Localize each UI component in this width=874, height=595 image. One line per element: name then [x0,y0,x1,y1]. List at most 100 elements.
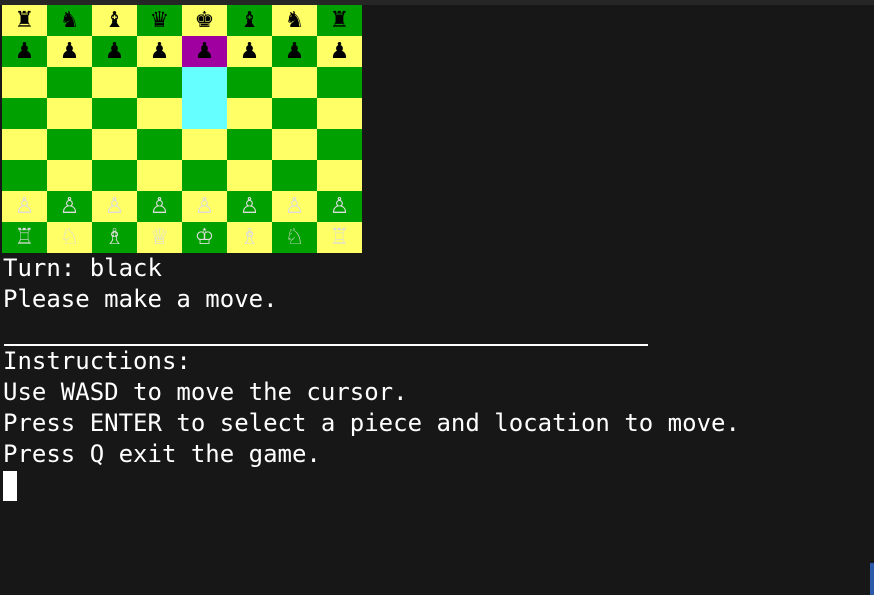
white-pawn-icon: ♙ [284,194,305,219]
board-square[interactable]: ♘ [272,222,317,253]
white-bishop-icon: ♗ [104,225,125,250]
board-square[interactable] [227,160,272,191]
board-square[interactable] [2,129,47,160]
board-square[interactable]: ♟ [227,36,272,67]
board-square[interactable]: ♕ [137,222,182,253]
board-square[interactable] [47,160,92,191]
instruction-line-quit: Press Q exit the game. [3,440,321,468]
board-square-cursor[interactable] [182,98,227,129]
black-knight-icon: ♞ [284,8,305,33]
board-square[interactable]: ♖ [2,222,47,253]
board-square[interactable]: ♖ [317,222,362,253]
black-pawn-icon: ♟ [194,39,215,64]
white-pawn-icon: ♙ [14,194,35,219]
terminal-window[interactable]: ♜ ♞ ♝ ♛ ♚ ♝ ♞ ♜ ♟ ♟ ♟ ♟ ♟ ♟ ♟ ♟ ♙ ♙ ♙ ♙ ♙ ♙ ♙ ♙ ♖ ♘ ♗ ♕ ♔ ♗ ♘ ♖ Turn: b… [0,0,874,595]
board-square[interactable] [182,129,227,160]
board-square[interactable] [317,129,362,160]
board-square[interactable]: ♙ [182,191,227,222]
board-square[interactable] [272,98,317,129]
board-square-cursor[interactable] [182,67,227,98]
board-square[interactable]: ♝ [92,5,137,36]
board-square[interactable] [182,160,227,191]
board-square[interactable] [47,67,92,98]
black-king-icon: ♚ [194,8,215,33]
board-square[interactable] [227,129,272,160]
white-king-icon: ♔ [194,225,215,250]
white-pawn-icon: ♙ [329,194,350,219]
board-square[interactable]: ♟ [47,36,92,67]
board-square[interactable]: ♟ [272,36,317,67]
board-square-selected[interactable]: ♟ [182,36,227,67]
black-pawn-icon: ♟ [104,39,125,64]
turn-indicator: Turn: black [3,254,162,282]
board-square[interactable] [92,98,137,129]
board-square[interactable] [272,160,317,191]
board-square[interactable] [137,129,182,160]
white-rook-icon: ♖ [14,225,35,250]
board-square[interactable] [92,67,137,98]
board-square[interactable]: ♙ [272,191,317,222]
board-square[interactable]: ♙ [137,191,182,222]
white-pawn-icon: ♙ [59,194,80,219]
black-rook-icon: ♜ [14,8,35,33]
board-square[interactable] [47,129,92,160]
black-rook-icon: ♜ [329,8,350,33]
board-square[interactable]: ♟ [2,36,47,67]
board-square[interactable] [137,67,182,98]
black-queen-icon: ♛ [149,8,170,33]
instructions-heading: Instructions: [3,347,191,375]
board-square[interactable]: ♞ [272,5,317,36]
white-knight-icon: ♘ [59,225,80,250]
board-square[interactable] [317,67,362,98]
white-rook-icon: ♖ [329,225,350,250]
white-knight-icon: ♘ [284,225,305,250]
board-square[interactable] [227,98,272,129]
chess-board[interactable]: ♜ ♞ ♝ ♛ ♚ ♝ ♞ ♜ ♟ ♟ ♟ ♟ ♟ ♟ ♟ ♟ ♙ ♙ ♙ ♙ ♙ ♙ ♙ ♙ ♖ ♘ ♗ ♕ ♔ ♗ ♘ ♖ [2,5,362,253]
board-square[interactable] [2,160,47,191]
white-pawn-icon: ♙ [239,194,260,219]
board-square[interactable]: ♚ [182,5,227,36]
board-square[interactable]: ♞ [47,5,92,36]
black-pawn-icon: ♟ [59,39,80,64]
black-pawn-icon: ♟ [149,39,170,64]
board-square[interactable] [272,67,317,98]
board-square[interactable]: ♔ [182,222,227,253]
white-queen-icon: ♕ [149,225,170,250]
window-edge-indicator [870,563,874,595]
board-square[interactable]: ♙ [2,191,47,222]
white-pawn-icon: ♙ [194,194,215,219]
black-pawn-icon: ♟ [14,39,35,64]
board-square[interactable]: ♗ [92,222,137,253]
board-square[interactable] [317,98,362,129]
board-square[interactable] [137,98,182,129]
board-square[interactable]: ♝ [227,5,272,36]
black-bishop-icon: ♝ [104,8,125,33]
text-cursor [3,471,17,501]
board-square[interactable] [227,67,272,98]
board-square[interactable]: ♘ [47,222,92,253]
board-square[interactable]: ♗ [227,222,272,253]
move-prompt: Please make a move. [3,285,278,313]
instruction-line-wasd: Use WASD to move the cursor. [3,378,408,406]
board-square[interactable] [317,160,362,191]
board-square[interactable]: ♟ [92,36,137,67]
board-square[interactable]: ♙ [317,191,362,222]
board-square[interactable]: ♟ [137,36,182,67]
board-square[interactable] [2,98,47,129]
board-square[interactable] [92,160,137,191]
board-square[interactable] [137,160,182,191]
board-square[interactable] [92,129,137,160]
black-pawn-icon: ♟ [284,39,305,64]
board-square[interactable] [2,67,47,98]
instruction-line-enter: Press ENTER to select a piece and locati… [3,409,740,437]
board-square[interactable]: ♙ [47,191,92,222]
board-square[interactable] [272,129,317,160]
board-square[interactable]: ♜ [2,5,47,36]
board-square[interactable] [47,98,92,129]
board-square[interactable]: ♛ [137,5,182,36]
board-square[interactable]: ♜ [317,5,362,36]
board-square[interactable]: ♟ [317,36,362,67]
black-knight-icon: ♞ [59,8,80,33]
board-square[interactable]: ♙ [92,191,137,222]
board-square[interactable]: ♙ [227,191,272,222]
